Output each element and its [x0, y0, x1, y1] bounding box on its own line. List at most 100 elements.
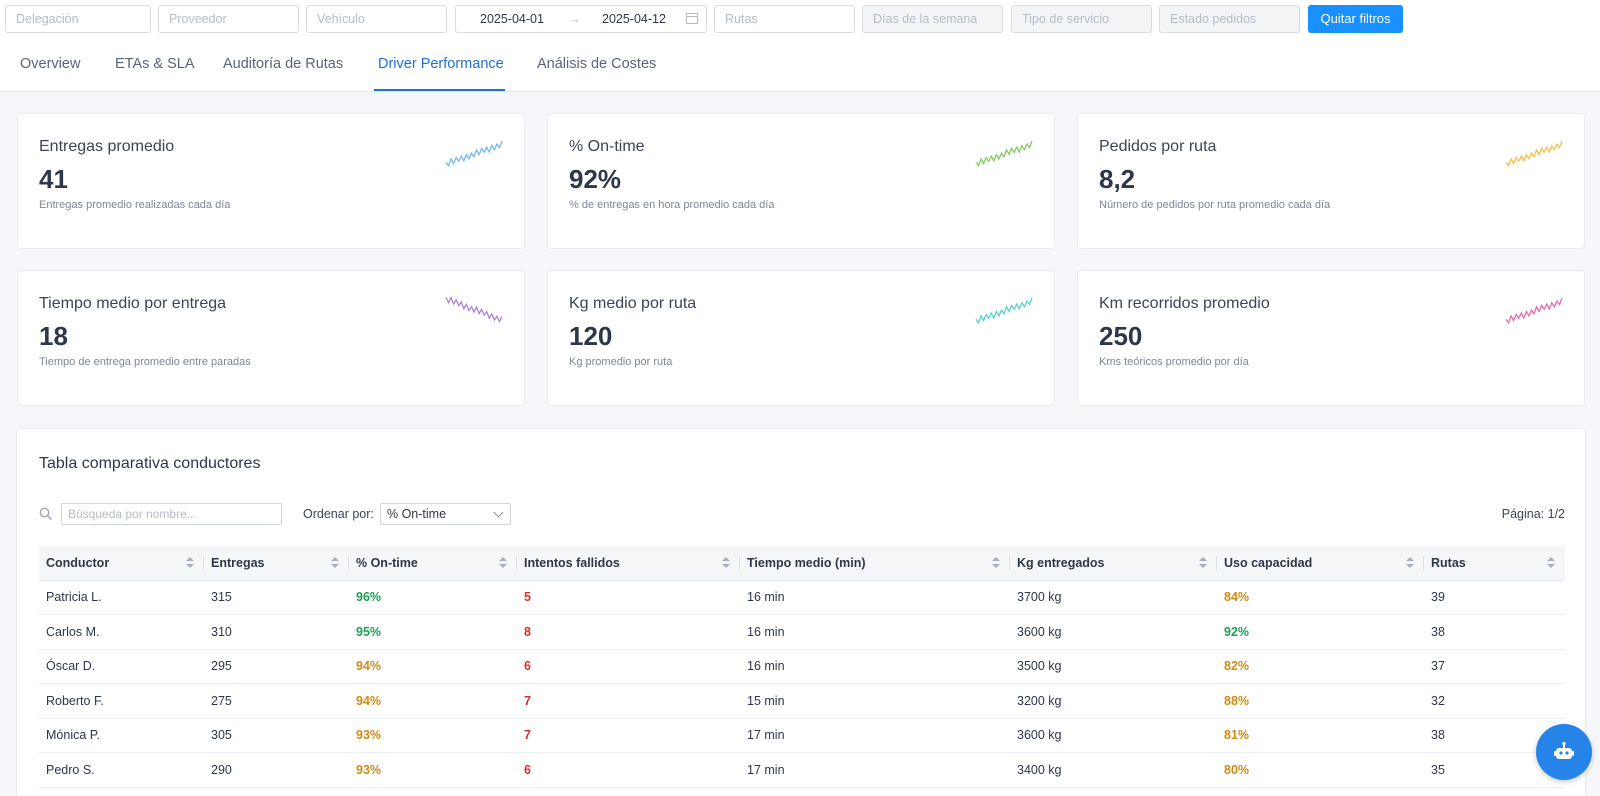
cell-tiempo-medio: 16 min — [740, 614, 1010, 650]
cell-ontime — [349, 787, 517, 796]
cell-intentos-fallidos — [517, 787, 740, 796]
filter-bar: Delegación Proveedor Vehículo 2025-04-01… — [0, 0, 1600, 38]
search-icon — [39, 507, 52, 520]
cell-ontime: 96% — [349, 580, 517, 615]
cell-entregas: 275 — [204, 683, 349, 719]
kpi-title: Tiempo medio por entrega — [39, 295, 227, 312]
cell-entregas: 315 — [204, 580, 349, 615]
sort-icon[interactable] — [1406, 557, 1414, 569]
cell-uso-capacidad — [1217, 787, 1424, 796]
date-to[interactable]: 2025-04-12 — [602, 6, 666, 32]
date-from[interactable]: 2025-04-01 — [480, 6, 544, 32]
cell-intentos-fallidos: 7 — [517, 683, 740, 719]
cell-entregas: 310 — [204, 614, 349, 650]
column-label: Rutas — [1431, 555, 1466, 570]
kpi-title: Km recorridos promedio — [1099, 295, 1270, 312]
cell-conductor: Pedro S. — [39, 752, 204, 788]
chevron-down-icon — [493, 507, 504, 518]
column-header-conductor[interactable]: Conductor — [39, 546, 204, 581]
kpi-card-kg-medio: Kg medio por ruta 120 Kg promedio por ru… — [547, 270, 1055, 406]
table-row[interactable]: Pedro S. 290 93% 6 17 min 3400 kg 80% 35 — [39, 752, 1565, 788]
cell-ontime: 95% — [349, 614, 517, 650]
cell-intentos-fallidos: 7 — [517, 718, 740, 753]
sort-icon[interactable] — [1547, 557, 1555, 569]
cell-uso-capacidad: 84% — [1217, 580, 1424, 615]
sparkline-icon — [445, 296, 503, 323]
cell-conductor: Patricia L. — [39, 580, 204, 615]
sort-icon[interactable] — [499, 557, 507, 569]
drivers-table: Conductor Entregas % On-time Intentos fa… — [39, 546, 1565, 796]
column-header-kg-entregados[interactable]: Kg entregados — [1010, 546, 1217, 581]
table-row[interactable] — [39, 787, 1565, 796]
kpi-title: % On-time — [569, 138, 645, 155]
search-input[interactable] — [61, 503, 282, 525]
kpi-value: 120 — [569, 321, 613, 351]
column-header-intentos-fallidos[interactable]: Intentos fallidos — [517, 546, 740, 581]
column-header-entregas[interactable]: Entregas — [204, 546, 349, 581]
column-label: % On-time — [356, 555, 418, 570]
delegacion-select[interactable]: Delegación — [5, 5, 151, 33]
tipo-servicio-select[interactable]: Tipo de servicio — [1011, 5, 1152, 33]
sparkline-path — [1505, 297, 1563, 325]
column-header-tiempo-medio[interactable]: Tiempo medio (min) — [740, 546, 1010, 581]
cell-tiempo-medio: 17 min — [740, 752, 1010, 788]
column-header-ontime[interactable]: % On-time — [349, 546, 517, 581]
column-header-rutas[interactable]: Rutas — [1424, 546, 1565, 581]
cell-conductor: Óscar D. — [39, 649, 204, 684]
kpi-card-ontime: % On-time 92% % de entregas en hora prom… — [547, 113, 1055, 249]
cell-conductor — [39, 787, 204, 796]
table-row[interactable]: Mónica P. 305 93% 7 17 min 3600 kg 81% 38 — [39, 718, 1565, 753]
kpi-subtitle: Kms teóricos promedio por día — [1099, 356, 1249, 368]
tab-analisis-costes[interactable]: Análisis de Costes — [537, 56, 656, 72]
tab-auditoria-rutas[interactable]: Auditoría de Rutas — [223, 56, 343, 72]
sort-icon[interactable] — [992, 557, 1000, 569]
column-label: Conductor — [46, 555, 110, 570]
sparkline-path — [445, 140, 503, 168]
sort-icon[interactable] — [1199, 557, 1207, 569]
proveedor-select[interactable]: Proveedor — [158, 5, 299, 33]
calendar-icon — [686, 13, 698, 24]
table-row[interactable]: Roberto F. 275 94% 7 15 min 3200 kg 88% 32 — [39, 683, 1565, 719]
cell-intentos-fallidos: 5 — [517, 580, 740, 615]
chatbot-button[interactable] — [1536, 724, 1592, 780]
tab-overview[interactable]: Overview — [20, 56, 80, 72]
sparkline-icon — [975, 297, 1033, 325]
cell-ontime: 93% — [349, 718, 517, 753]
table-row[interactable]: Carlos M. 310 95% 8 16 min 3600 kg 92% 38 — [39, 614, 1565, 650]
cell-rutas: 39 — [1424, 580, 1565, 615]
cell-tiempo-medio — [740, 787, 1010, 796]
table-row[interactable]: Óscar D. 295 94% 6 16 min 3500 kg 82% 37 — [39, 649, 1565, 684]
date-range-picker[interactable]: 2025-04-01 → 2025-04-12 — [455, 5, 707, 33]
dias-semana-select[interactable]: Días de la semana — [862, 5, 1003, 33]
cell-kg-entregados: 3400 kg — [1010, 752, 1217, 788]
estado-pedidos-select[interactable]: Estado pedidos — [1159, 5, 1300, 33]
kpi-subtitle: Número de pedidos por ruta promedio cada… — [1099, 199, 1331, 211]
sort-select-value: % On-time — [387, 507, 447, 521]
cell-rutas: 32 — [1424, 683, 1565, 719]
cell-tiempo-medio: 17 min — [740, 718, 1010, 753]
sparkline-icon — [1505, 140, 1563, 168]
table-row[interactable]: Patricia L. 315 96% 5 16 min 3700 kg 84% 39 — [39, 580, 1565, 615]
cell-uso-capacidad: 82% — [1217, 649, 1424, 684]
vehiculo-select[interactable]: Vehículo — [306, 5, 447, 33]
kpi-subtitle: Tiempo de entrega promedio entre paradas — [39, 356, 251, 368]
cell-kg-entregados — [1010, 787, 1217, 796]
clear-filters-button[interactable]: Quitar filtros — [1308, 5, 1403, 33]
cell-uso-capacidad: 81% — [1217, 718, 1424, 753]
sort-icon[interactable] — [722, 557, 730, 569]
column-header-uso-capacidad[interactable]: Uso capacidad — [1217, 546, 1424, 581]
sort-icon[interactable] — [186, 557, 194, 569]
kpi-value: 41 — [39, 164, 68, 194]
tab-driver-performance[interactable]: Driver Performance — [378, 56, 504, 72]
sort-label: Ordenar por: — [303, 507, 374, 521]
kpi-value: 250 — [1099, 321, 1143, 351]
cell-kg-entregados: 3600 kg — [1010, 718, 1217, 753]
column-label: Intentos fallidos — [524, 555, 620, 570]
tab-bar: Overview ETAs & SLA Auditoría de Rutas D… — [0, 38, 1600, 92]
tab-etas-sla[interactable]: ETAs & SLA — [115, 56, 195, 72]
cell-kg-entregados: 3700 kg — [1010, 580, 1217, 615]
panel-title: Tabla comparativa conductores — [39, 455, 261, 472]
sort-icon[interactable] — [331, 557, 339, 569]
sort-select[interactable]: % On-time — [380, 503, 511, 525]
rutas-select[interactable]: Rutas — [714, 5, 855, 33]
